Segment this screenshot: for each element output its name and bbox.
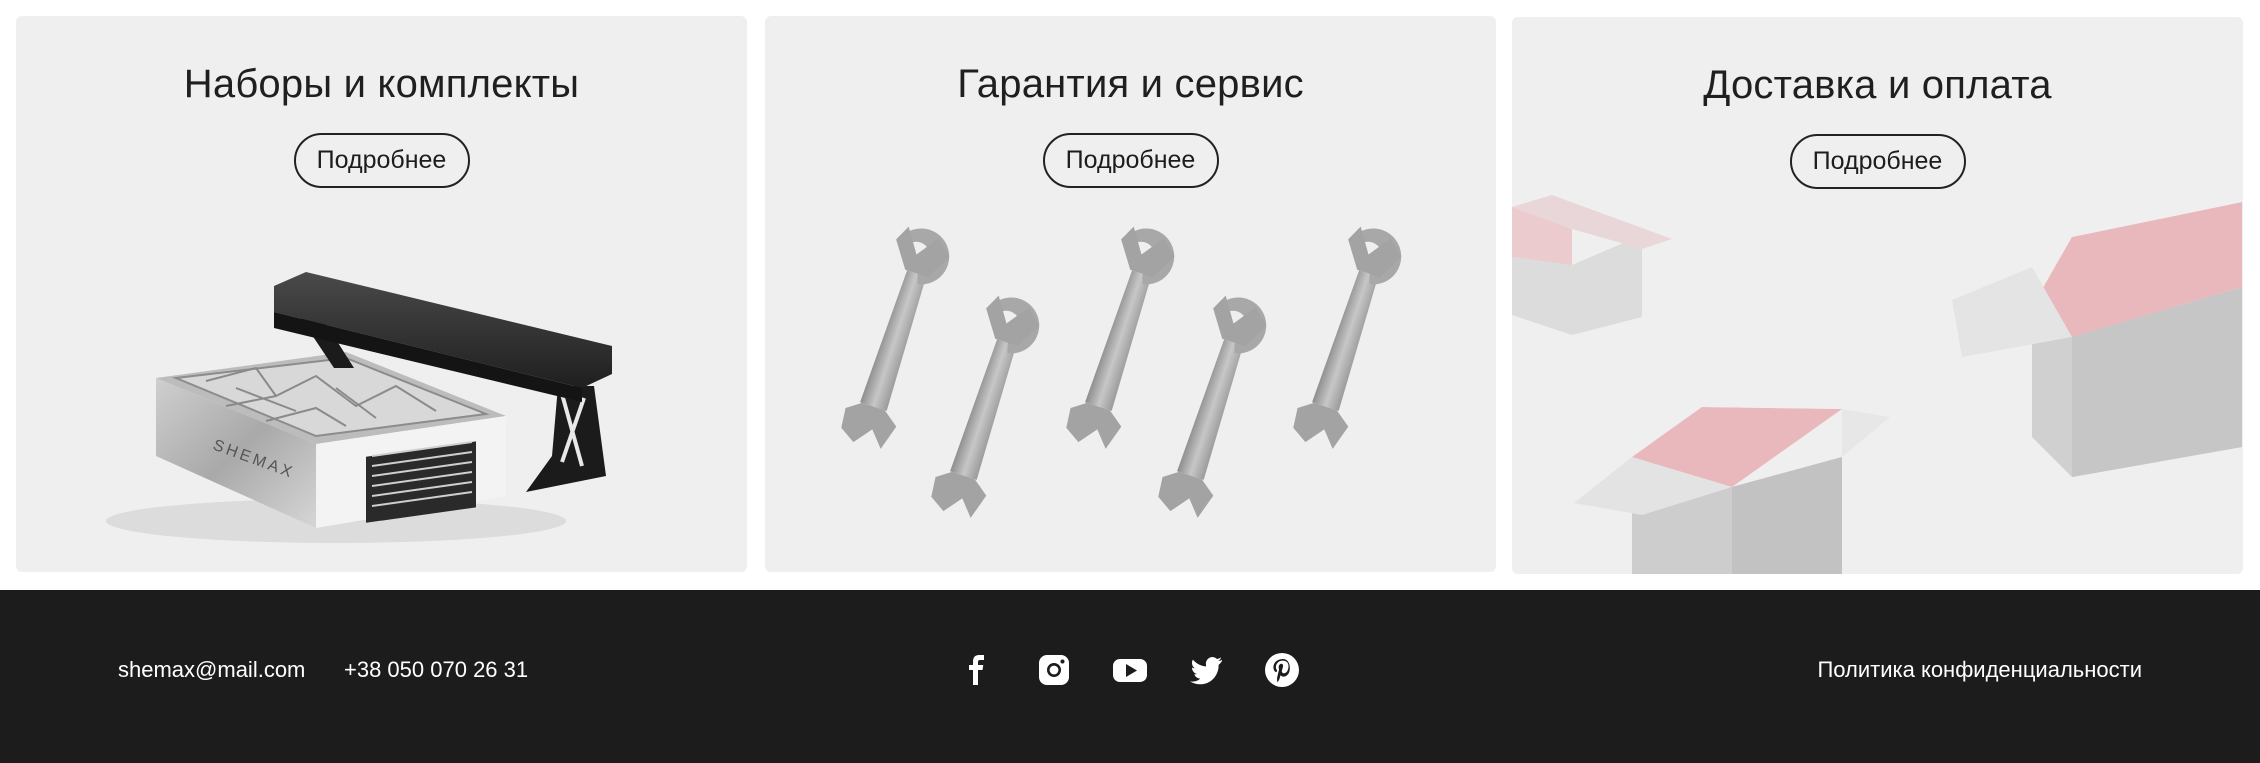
instagram-icon[interactable] xyxy=(1036,652,1072,688)
footer-phone-link[interactable]: +38 050 070 26 31 xyxy=(344,657,528,683)
youtube-icon[interactable] xyxy=(1112,652,1148,688)
details-button[interactable]: Подробнее xyxy=(1042,133,1219,188)
site-footer: shemax@mail.com +38 050 070 26 31 Полити… xyxy=(0,590,2260,763)
card-delivery[interactable]: Доставка и оплата Подробнее xyxy=(1512,17,2243,574)
pinterest-icon[interactable] xyxy=(1264,652,1300,688)
card-sets[interactable]: SHEMAX Наборы и комплекты Подробнее xyxy=(16,16,747,572)
card-title: Гарантия и сервис xyxy=(957,62,1304,106)
category-cards: SHEMAX Наборы и комплекты Подробнее Гара… xyxy=(0,0,2260,590)
details-button[interactable]: Подробнее xyxy=(1789,134,1966,189)
details-button[interactable]: Подробнее xyxy=(293,133,470,188)
social-links xyxy=(960,652,1300,688)
twitter-icon[interactable] xyxy=(1188,652,1224,688)
card-title: Доставка и оплата xyxy=(1703,63,2052,107)
card-title: Наборы и комплекты xyxy=(183,62,580,106)
privacy-policy-link[interactable]: Политика конфиденциальности xyxy=(1817,657,2142,683)
facebook-icon[interactable] xyxy=(960,652,996,688)
footer-email-link[interactable]: shemax@mail.com xyxy=(118,657,305,683)
card-warranty[interactable]: Гарантия и сервис Подробнее xyxy=(765,16,1496,572)
